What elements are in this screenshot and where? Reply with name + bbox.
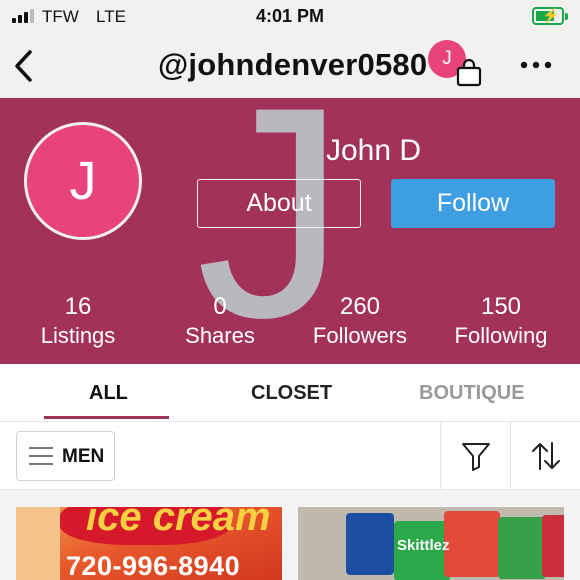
stat-label: Listings	[40, 323, 116, 348]
tab-closet[interactable]: CLOSET	[251, 382, 332, 405]
stat-label: Followers	[312, 323, 408, 348]
stat-label: Following	[454, 323, 548, 348]
stat-value: 150	[480, 293, 522, 320]
tab-boutique[interactable]: BOUTIQUE	[419, 382, 525, 405]
category-label: MEN	[62, 446, 105, 467]
more-options-button[interactable]	[516, 48, 556, 82]
listing-card[interactable]: Skittlez	[298, 507, 564, 580]
page-title-username: @johndenver0580	[158, 47, 428, 82]
stat-followers[interactable]: 260 Followers	[290, 294, 430, 350]
hamburger-icon	[29, 447, 53, 465]
closet-tabs: ALL CLOSET BOUTIQUE	[0, 364, 580, 422]
back-button[interactable]	[10, 46, 44, 86]
divider	[440, 422, 441, 490]
more-dots-icon	[520, 61, 552, 69]
stat-listings[interactable]: 16 Listings	[8, 294, 148, 350]
status-bar: TFW LTE 4:01 PM ⚡	[0, 0, 580, 34]
filter-funnel-icon[interactable]	[460, 440, 492, 472]
tab-all[interactable]: ALL	[89, 382, 128, 405]
shopping-bag-icon[interactable]	[455, 58, 483, 88]
listing-card[interactable]: ice cream 720-996-8940	[16, 507, 282, 580]
stat-value: 16	[64, 293, 92, 320]
profile-banner: J J John D About Follow 16 Listings 0 Sh…	[0, 98, 580, 364]
profile-avatar[interactable]: J	[24, 122, 142, 240]
chevron-left-icon	[15, 50, 32, 82]
stat-label: Shares	[185, 323, 255, 348]
category-menu-button[interactable]: MEN	[16, 431, 115, 481]
battery-charging-icon: ⚡	[532, 7, 568, 25]
sort-arrows-icon[interactable]	[530, 440, 562, 472]
filter-bar: MEN	[0, 422, 580, 490]
divider	[510, 422, 511, 490]
status-time: 4:01 PM	[255, 6, 325, 26]
top-nav-bar: @johndenver0580 J	[0, 34, 580, 98]
about-button[interactable]: About	[197, 179, 361, 228]
display-name: John D	[326, 134, 422, 167]
stat-following[interactable]: 150 Following	[431, 294, 571, 350]
follow-button[interactable]: Follow	[391, 179, 555, 228]
stat-value: 260	[339, 293, 381, 320]
stat-shares[interactable]: 0 Shares	[150, 294, 290, 350]
listing-image-text: 720-996-8940	[66, 551, 241, 580]
listing-image-text: Skittlez	[397, 537, 450, 554]
stat-value: 0	[213, 293, 227, 320]
active-tab-indicator	[44, 416, 169, 419]
